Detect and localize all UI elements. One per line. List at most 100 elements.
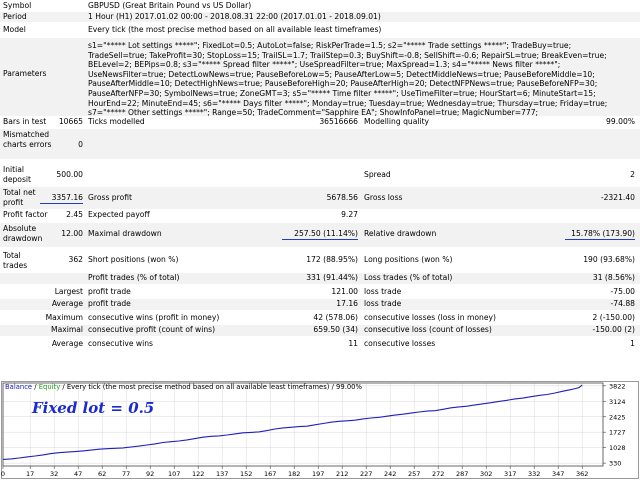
max-consecutive-wins-label: consecutive wins (profit in money) [88, 313, 220, 322]
avg-consecutive-losses-label: consecutive losses [364, 339, 436, 348]
x-tick-label: 197 [312, 470, 324, 478]
model-row: Model Every tick (the most precise metho… [0, 25, 640, 35]
x-tick-label: 212 [336, 470, 348, 478]
parameters-line: TradeSell=true; TakeProfit=30; StopLoss=… [88, 50, 607, 60]
average-label: Average [51, 299, 83, 308]
deposit-label: Initial deposit [3, 165, 32, 184]
maximal-label: Maximal [51, 325, 83, 334]
expected-payoff-label: Expected payoff [88, 210, 150, 219]
gross-loss-label: Gross loss [364, 193, 403, 202]
mismatch-value: 0 [78, 140, 83, 149]
max-consecutive-losses-label: consecutive losses (loss in money) [364, 313, 496, 322]
mismatch-label: Mismatched charts errors [3, 130, 52, 149]
x-tick-label: 137 [216, 470, 228, 478]
net-profit-row: Total net profit 3357.16 Gross profit 56… [0, 187, 640, 209]
deposit-row: Initial deposit 500.00 Spread 2 [0, 162, 640, 186]
largest-loss-value: -75.00 [610, 287, 635, 296]
x-tick-label: 227 [360, 470, 372, 478]
x-tick-label: 242 [384, 470, 396, 478]
parameters-line: s1="***** Lot settings *****"; FixedLot=… [88, 41, 572, 50]
parameters-line: UseNewsFilter=true; DetectLowNews=true; … [88, 69, 595, 79]
max-consecutive-wins-value: 42 (578.06) [313, 313, 358, 322]
largest-row: Largest profit trade 121.00 loss trade -… [0, 287, 640, 298]
relative-drawdown-label: Relative drawdown [364, 229, 437, 238]
y-tick-label: 1028 [609, 444, 626, 452]
average-loss-value: -74.88 [610, 299, 635, 308]
period-label: Period [3, 12, 27, 21]
x-tick-label: 152 [240, 470, 252, 478]
parameters-row: Parameters s1="***** Lot settings *****"… [0, 38, 640, 118]
x-tick-label: 107 [168, 470, 180, 478]
gross-loss-value: -2321.40 [600, 193, 635, 202]
symbol-row: Symbol GBPUSD (Great Britain Pound vs US… [0, 1, 640, 11]
x-tick-label: 302 [480, 470, 492, 478]
largest-loss-label: loss trade [364, 287, 402, 296]
y-tick-label: 3822 [609, 382, 626, 390]
loss-trades-label: Loss trades (% of total) [364, 273, 453, 282]
x-tick-label: 347 [552, 470, 564, 478]
legend-equity: Equity [39, 383, 61, 391]
maximum-label: Maximum [45, 313, 83, 322]
max-consecutive-losses-value: 2 (-150.00) [592, 313, 635, 322]
parameters-line: PauseAfterNFP=30; SymbolNews=true; ZoneG… [88, 88, 596, 98]
balance-chart-svg: Balance / Equity / Every tick (the most … [0, 380, 640, 480]
x-tick-label: 47 [74, 470, 82, 478]
maximal-drawdown-label: Maximal drawdown [88, 229, 162, 238]
profit-factor-row: Profit factor 2.45 Expected payoff 9.27 [0, 210, 640, 222]
short-positions-value: 172 (88.95%) [306, 255, 358, 264]
chart-legend: Balance / Equity / Every tick (the most … [5, 383, 363, 391]
bars-value: 10665 [58, 117, 83, 126]
spread-value: 2 [630, 170, 635, 179]
profit-trades-value: 331 (91.44%) [306, 273, 358, 282]
legend-description: / Every tick (the most precise method ba… [60, 383, 362, 391]
profit-trades-row: Profit trades (% of total) 331 (91.44%) … [0, 273, 640, 284]
x-tick-label: 92 [146, 470, 154, 478]
spread-label: Spread [364, 170, 391, 179]
x-tick-label: 32 [50, 470, 58, 478]
fixed-lot-annotation: Fixed lot = 0.5 [31, 399, 154, 417]
x-tick-label: 272 [432, 470, 444, 478]
absolute-drawdown-value: 12.00 [61, 229, 83, 238]
expected-payoff-value: 9.27 [341, 210, 358, 219]
period-row: Period 1 Hour (H1) 2017.01.02 00:00 - 20… [0, 12, 640, 22]
symbol-value: GBPUSD (Great Britain Pound vs US Dollar… [88, 1, 252, 10]
quality-value: 99.00% [606, 117, 635, 126]
profit-trades-label: Profit trades (% of total) [88, 273, 180, 282]
average-row: Average profit trade 17.16 loss trade -7… [0, 299, 640, 310]
largest-profit-label: profit trade [88, 287, 131, 296]
y-tick-label: 2425 [609, 413, 626, 421]
model-value: Every tick (the most precise method base… [88, 25, 382, 34]
average-consecutive-label: Average [51, 339, 83, 348]
avg-consecutive-wins-label: consecutive wins [88, 339, 154, 348]
parameters-list: s1="***** Lot settings *****"; FixedLot=… [88, 41, 628, 118]
x-tick-label: 0 [1, 470, 5, 478]
x-tick-label: 287 [456, 470, 468, 478]
symbol-label: Symbol [3, 1, 32, 10]
x-tick-label: 317 [504, 470, 516, 478]
total-trades-value: 362 [68, 255, 84, 264]
maximal-drawdown-value: 257.50 (11.14%) [282, 229, 358, 240]
period-value: 1 Hour (H1) 2017.01.02 00:00 - 2018.08.3… [88, 12, 381, 21]
net-profit-label: Total net profit [3, 188, 36, 207]
drawdown-row: Absolute drawdown 12.00 Maximal drawdown… [0, 223, 640, 247]
net-profit-value: 3357.16 [40, 193, 83, 204]
maximal-profit-label: consecutive profit (count of wins) [88, 325, 216, 334]
x-tick-label: 167 [264, 470, 276, 478]
y-tick-label: 330 [609, 460, 621, 468]
x-tick-label: 77 [122, 470, 130, 478]
model-label: Model [3, 25, 26, 34]
gross-profit-label: Gross profit [88, 193, 132, 202]
largest-label: Largest [54, 287, 83, 296]
y-tick-label: 3124 [609, 398, 626, 406]
profit-factor-value: 2.45 [66, 210, 83, 219]
quality-label: Modelling quality [364, 117, 430, 126]
long-positions-label: Long positions (won %) [364, 255, 453, 264]
maximal-row: Maximal consecutive profit (count of win… [0, 325, 640, 336]
short-positions-label: Short positions (won %) [88, 255, 179, 264]
average-profit-value: 17.16 [336, 299, 358, 308]
x-tick-label: 62 [98, 470, 106, 478]
bars-row: Bars in test 10665 Ticks modelled 365166… [0, 117, 640, 127]
x-tick-label: 257 [408, 470, 420, 478]
total-trades-row: Total trades 362 Short positions (won %)… [0, 250, 640, 272]
parameters-line: PauseAfterMiddle=10; DetectHighNews=true… [88, 79, 598, 89]
